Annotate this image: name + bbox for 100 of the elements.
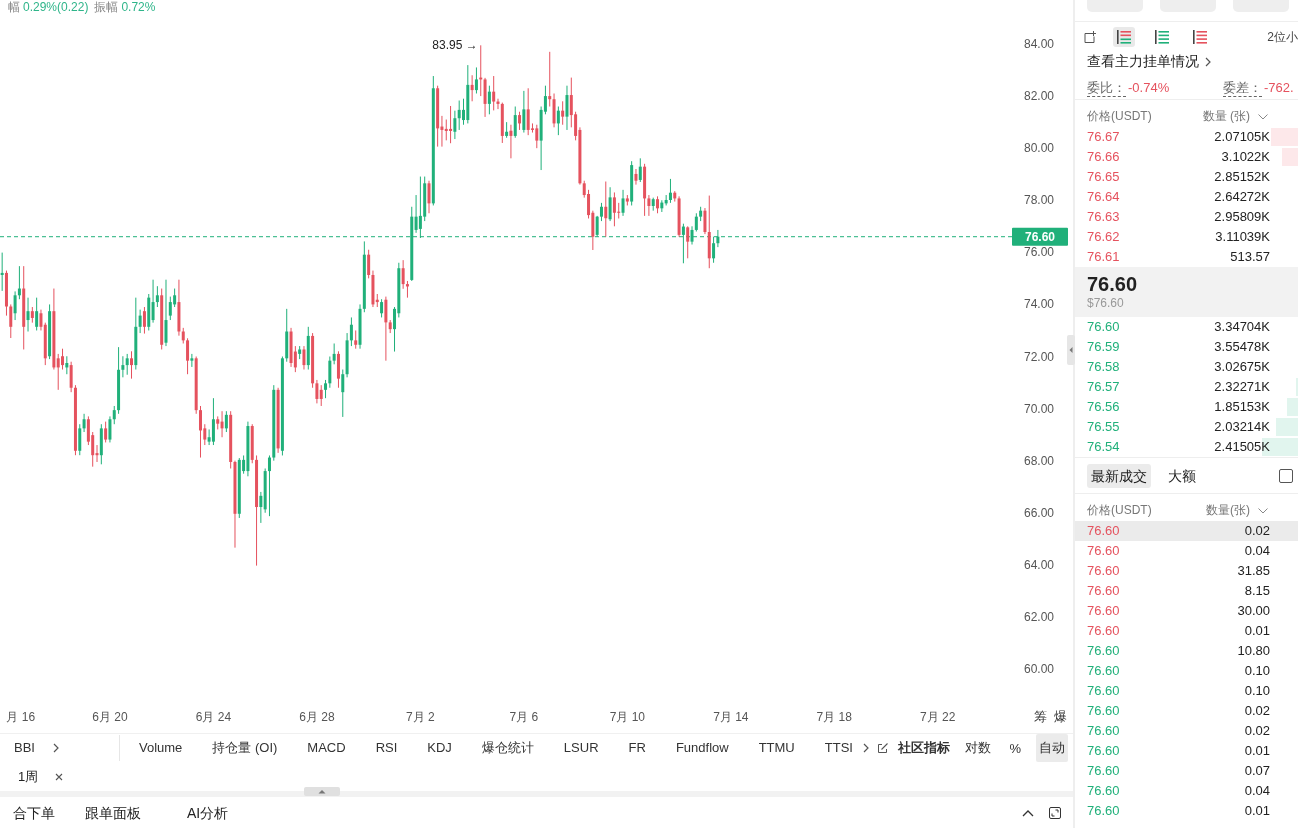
- view-mode-button[interactable]: [1113, 27, 1135, 47]
- date-axis-label: 6月 20: [92, 710, 128, 724]
- trade-price: 76.60: [1087, 542, 1120, 560]
- indicator-tab[interactable]: MACD: [307, 739, 346, 757]
- trade-quantity: 30.00: [1237, 602, 1270, 620]
- period-tab[interactable]: 1周: [18, 767, 64, 786]
- indicator-tab[interactable]: LSUR: [563, 739, 599, 757]
- trade-quantity: 0.01: [1244, 802, 1270, 820]
- trade-price: 76.60: [1087, 702, 1120, 720]
- chevron-up-icon[interactable]: [1022, 809, 1034, 817]
- main-orders-link[interactable]: 查看主力挂单情况: [1087, 53, 1211, 71]
- order-quantity: 3.02675K: [1214, 358, 1270, 376]
- chart-tool-button[interactable]: 筹: [1034, 708, 1047, 726]
- indicator-tab[interactable]: TTMU: [758, 739, 795, 757]
- panel-tab[interactable]: AI分析: [187, 803, 229, 823]
- order-price: 76.60: [1087, 318, 1120, 336]
- order-quantity: 3.55478K: [1214, 338, 1270, 356]
- chevron-right-icon[interactable]: [1205, 57, 1211, 67]
- panel-tab[interactable]: 跟单面板: [85, 803, 141, 823]
- order-quantity: 2.03214K: [1214, 418, 1270, 436]
- price-axis-label: 70.00: [1023, 401, 1054, 416]
- chevron-right-icon[interactable]: [52, 743, 59, 753]
- list-icon: [1155, 30, 1169, 44]
- date-axis-label: 月 16: [6, 710, 36, 724]
- chevron-right-icon[interactable]: [863, 743, 870, 753]
- trade-price: 76.60: [1087, 742, 1120, 760]
- column-header-dropdown[interactable]: 数量(张): [1206, 502, 1268, 519]
- chart-tool-button[interactable]: 爆: [1054, 708, 1067, 726]
- edit-icon[interactable]: [877, 742, 889, 754]
- order-price: 76.62: [1087, 228, 1120, 246]
- last-price: 76.60: [1087, 273, 1138, 295]
- stat-value: -762.: [1264, 80, 1294, 96]
- scale-option[interactable]: 对数: [962, 734, 995, 762]
- order-quantity: 2.32271K: [1214, 378, 1270, 396]
- trade-price: 76.60: [1087, 782, 1120, 800]
- price-axis-label: 64.00: [1023, 557, 1054, 572]
- indicator-tab[interactable]: TTSI: [824, 739, 853, 757]
- indicator-tab[interactable]: KDJ: [427, 739, 452, 757]
- square-plus-icon[interactable]: [1084, 31, 1096, 43]
- trade-quantity: 0.07: [1244, 762, 1270, 780]
- price-axis-label: 76.00: [1023, 245, 1054, 260]
- order-price: 76.66: [1087, 148, 1120, 166]
- resize-handle-icon[interactable]: [304, 787, 340, 796]
- chevron-down-icon[interactable]: [1258, 507, 1268, 514]
- price-axis-label: 80.00: [1023, 141, 1054, 156]
- trade-quantity: 8.15: [1244, 582, 1270, 600]
- trade-price: 76.60: [1087, 642, 1120, 660]
- trade-price: 76.60: [1087, 582, 1120, 600]
- order-quantity: 3.34704K: [1214, 318, 1270, 336]
- price-axis-label: 78.00: [1023, 193, 1054, 208]
- order-price: 76.54: [1087, 438, 1120, 456]
- date-axis-label: 7月 6: [509, 710, 539, 724]
- order-quantity: 2.95809K: [1214, 208, 1270, 226]
- decimals-selector[interactable]: 2位小: [1267, 28, 1298, 46]
- indicator-tab[interactable]: Volume: [138, 739, 183, 757]
- scale-option[interactable]: %: [1006, 734, 1024, 762]
- stat-value: 0.72%: [121, 0, 156, 14]
- trade-quantity: 0.04: [1244, 542, 1270, 560]
- indicator-tab[interactable]: 爆仓统计: [481, 739, 534, 757]
- indicator-tab[interactable]: BBI: [14, 739, 35, 757]
- community-indicators-button[interactable]: 社区指标: [898, 739, 951, 757]
- price-axis-label: 82.00: [1023, 89, 1054, 104]
- trade-price: 76.60: [1087, 762, 1120, 780]
- order-quantity: 3.11039K: [1215, 228, 1270, 246]
- order-quantity: 513.57: [1230, 248, 1270, 266]
- price-axis-label: 74.00: [1023, 297, 1054, 312]
- order-quantity: 2.41505K: [1214, 438, 1270, 456]
- collapse-handle-icon[interactable]: [1067, 335, 1075, 365]
- order-quantity: 2.64272K: [1214, 188, 1270, 206]
- date-axis-label: 7月 18: [816, 710, 852, 724]
- indicator-tab[interactable]: RSI: [375, 739, 398, 757]
- expand-icon[interactable]: [1049, 807, 1061, 819]
- column-header: 价格(USDT): [1087, 108, 1152, 125]
- stat-label: 幅: [8, 0, 20, 14]
- order-price: 76.65: [1087, 168, 1120, 186]
- order-quantity: 1.85153K: [1214, 398, 1270, 416]
- trade-price: 76.60: [1087, 602, 1120, 620]
- date-axis-label: 7月 14: [713, 710, 749, 724]
- trade-price: 76.60: [1087, 722, 1120, 740]
- price-axis-label: 60.00: [1023, 662, 1054, 676]
- checkbox[interactable]: [1279, 468, 1293, 483]
- column-header-dropdown[interactable]: 数量 (张): [1202, 108, 1268, 125]
- indicator-tab[interactable]: Fundflow: [675, 739, 729, 757]
- trade-quantity: 0.10: [1244, 662, 1270, 680]
- split-list-icon: [1117, 30, 1131, 44]
- ref-line-label: 76.60: [1024, 229, 1056, 244]
- indicator-tab[interactable]: 持仓量 (OI): [212, 739, 278, 757]
- trade-quantity: 31.85: [1237, 562, 1270, 580]
- chevron-down-icon[interactable]: [1258, 113, 1268, 120]
- trades-tab[interactable]: 最新成交: [1087, 463, 1151, 488]
- close-icon[interactable]: [55, 772, 64, 781]
- stat-label: 振幅: [94, 0, 119, 14]
- order-price: 76.61: [1087, 248, 1120, 266]
- price-axis-label: 68.00: [1023, 453, 1054, 468]
- scale-option[interactable]: 自动: [1036, 734, 1068, 762]
- panel-tab[interactable]: 合下单: [13, 803, 55, 823]
- stat-value: 0.29%(0.22): [23, 0, 89, 14]
- trades-tab[interactable]: 大额: [1164, 463, 1200, 488]
- indicator-tab[interactable]: FR: [628, 739, 646, 757]
- trade-quantity: 0.02: [1244, 722, 1270, 740]
